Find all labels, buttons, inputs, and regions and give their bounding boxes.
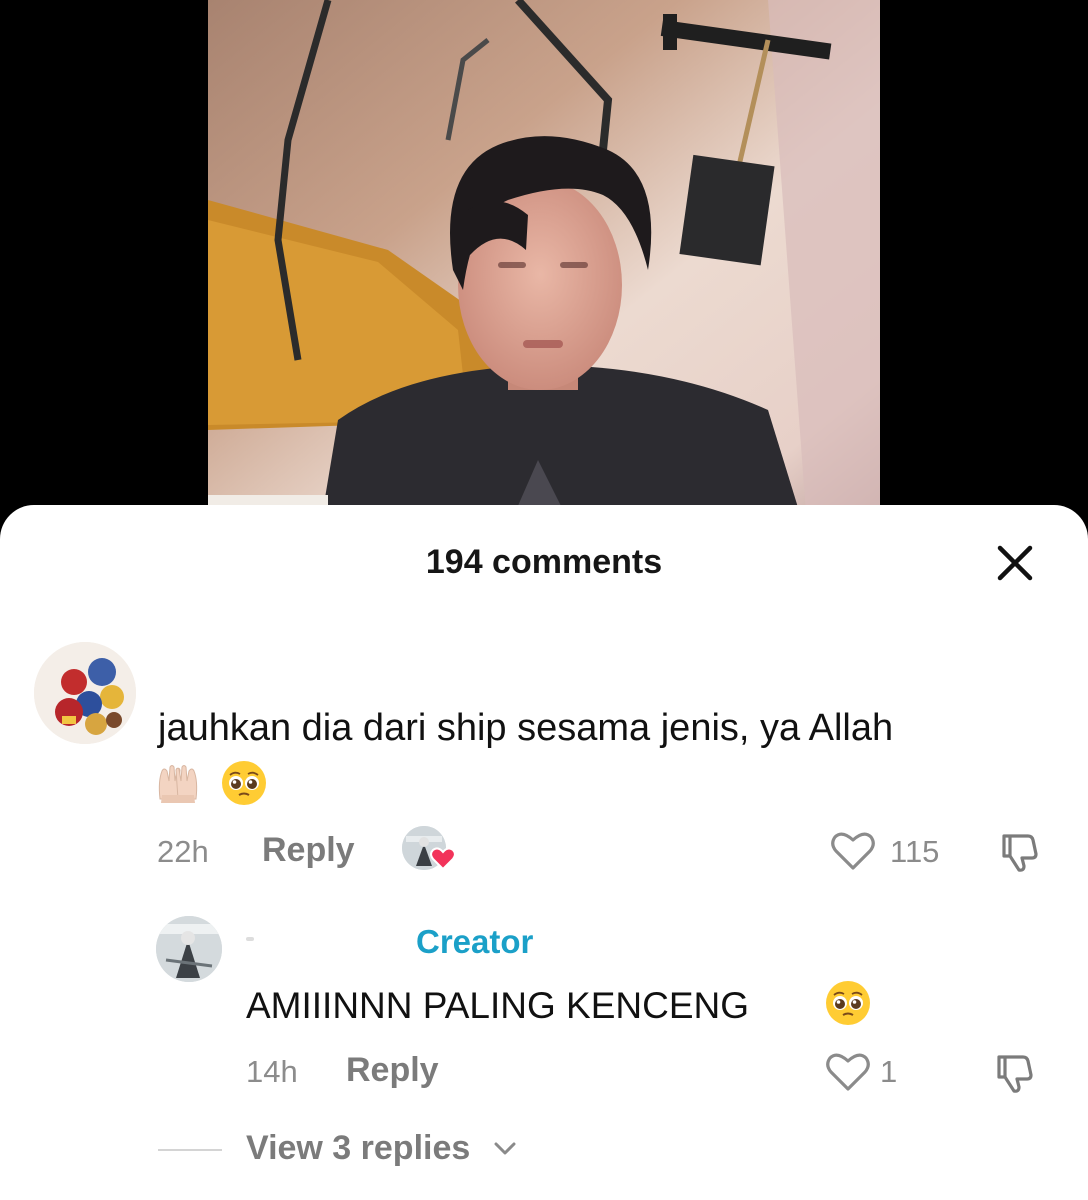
reply-time: 14h [246,1054,298,1089]
video-player[interactable] [0,0,1088,540]
thumbs-down-icon[interactable] [993,1051,1037,1095]
reply-text: AMIIINNN PALING KENCENG [246,985,750,1026]
creator-liked-heart-icon [430,847,456,871]
reply-button[interactable]: Reply [346,1051,439,1090]
like-count: 115 [890,834,940,869]
comment-time: 22h [157,834,209,869]
close-icon[interactable] [993,541,1037,585]
pleading-face-emoji [220,759,268,807]
creator-avatar[interactable] [156,916,222,982]
pleading-face-emoji [824,979,872,1027]
comments-sheet: 194 comments jauhkan dia dari ship sesam… [0,505,1088,1200]
chevron-down-icon[interactable] [492,1139,518,1159]
like-count: 1 [880,1054,898,1089]
thumbs-down-icon[interactable] [998,830,1042,874]
reply-username [246,937,254,941]
raising-hands-emoji [154,759,202,807]
heart-outline-icon[interactable] [830,830,876,872]
reply-button[interactable]: Reply [262,831,355,870]
video-frame[interactable] [208,0,880,540]
commenter-avatar[interactable] [34,642,136,744]
heart-outline-icon[interactable] [825,1051,871,1093]
video-still-image [208,0,880,540]
view-replies-button[interactable]: View 3 replies [246,1129,470,1168]
creator-badge: Creator [416,923,534,960]
comments-count-title: 194 comments [425,543,663,581]
view-replies-divider [158,1149,222,1151]
comment-text: jauhkan dia dari ship sesama jenis, ya A… [158,707,894,749]
